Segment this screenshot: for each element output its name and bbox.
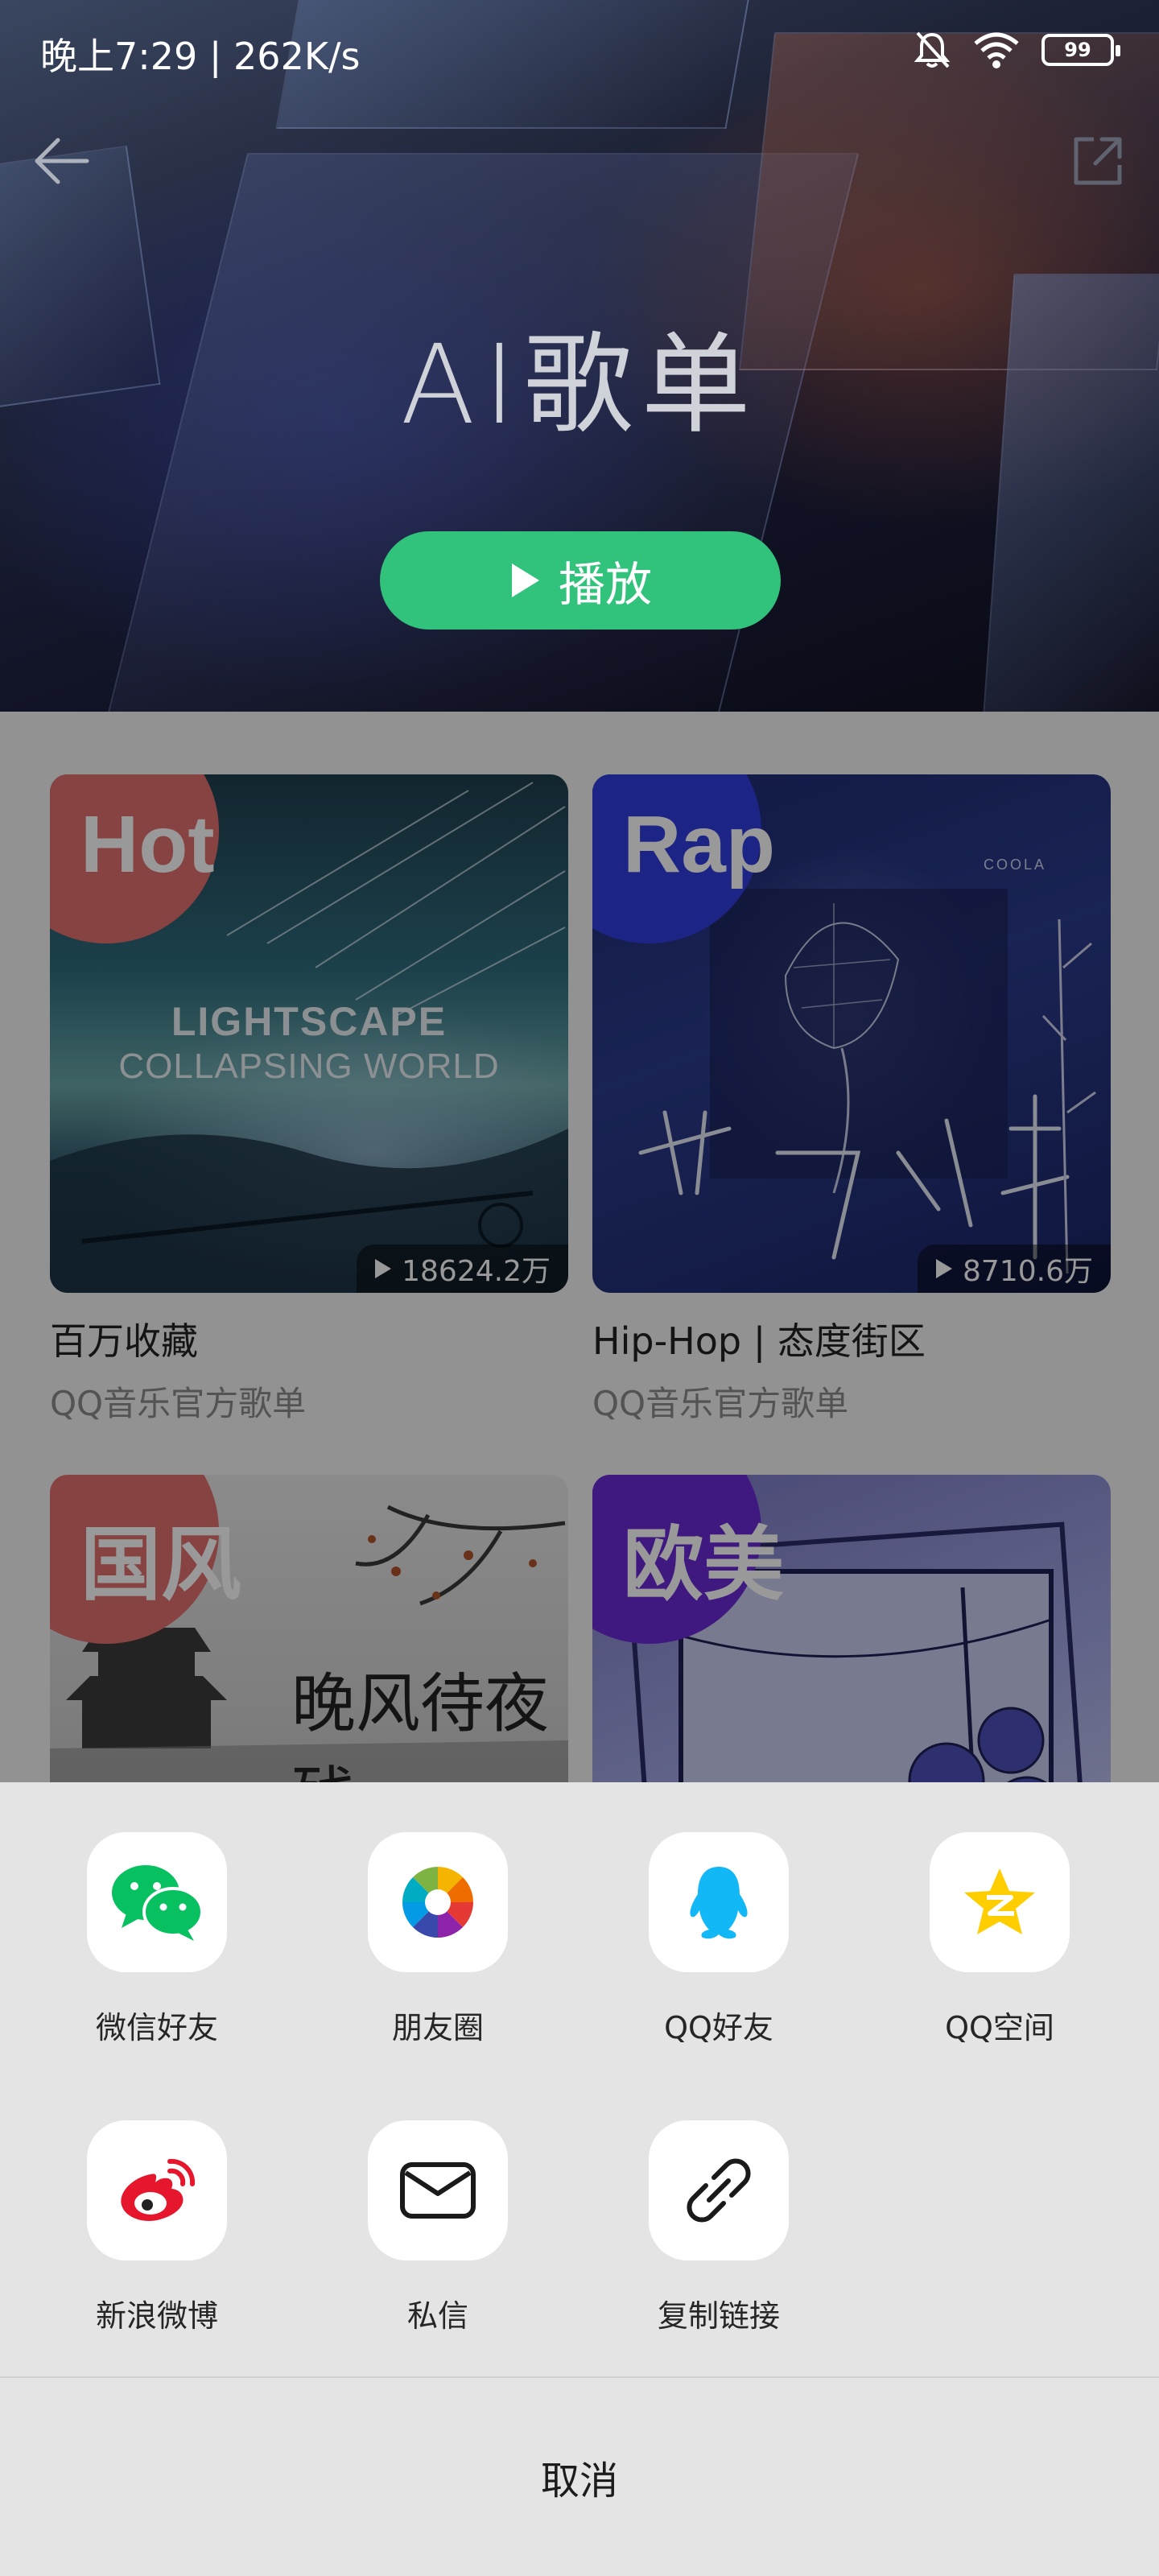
page-title: AI歌单 [400,322,759,449]
battery-level: 99 [1064,39,1091,61]
share-label: 私信 [406,2298,468,2334]
play-all-button[interactable]: 播放 [380,531,781,630]
share-copy-link[interactable]: 复制链接 [614,2120,823,2362]
link-icon [687,2158,751,2223]
qq-icon [690,1867,748,1939]
share-icon-box[interactable] [368,2120,508,2260]
share-weibo[interactable]: 新浪微博 [52,2120,262,2362]
share-icon-box[interactable] [368,1832,508,1972]
share-label: 复制链接 [657,2298,780,2334]
weibo-icon [121,2158,196,2221]
share-icon-box[interactable] [649,2120,789,2260]
share-icon-box[interactable] [930,1832,1070,1972]
status-icons: 99 [913,27,1120,72]
arrow-left-icon [35,138,89,184]
moments-icon [402,1867,473,1938]
cancel-label: 取消 [540,2458,618,2504]
share-label: QQ空间 [945,2010,1054,2046]
status-time: 晚上7:29 | 262K/s [40,35,361,78]
share-qzone[interactable]: QQ空间 [895,1832,1104,2074]
share-wechat-friend[interactable]: 微信好友 [52,1832,262,2074]
back-button[interactable] [29,129,93,193]
share-label: 新浪微博 [95,2298,218,2334]
share-moments[interactable]: 朋友圈 [333,1832,542,2074]
modal-overlay[interactable] [0,712,1159,1782]
status-bar: 晚上7:29 | 262K/s 99 [0,0,1159,100]
share-icon-box[interactable] [87,1832,227,1972]
wechat-icon [112,1865,204,1941]
share-qq-friend[interactable]: QQ好友 [614,1832,823,2074]
share-sheet: 微信好友 朋友圈 QQ好友 QQ空间 新浪微博 私信 复制链接 取消 [0,1782,1159,2576]
share-button[interactable] [1066,129,1130,193]
share-label: 朋友圈 [391,2010,484,2046]
play-all-label: 播放 [558,557,652,612]
cancel-button[interactable]: 取消 [0,2378,1159,2576]
wifi-icon [974,32,1019,68]
mute-bell-icon [914,31,951,68]
share-icon-box[interactable] [649,1832,789,1972]
qzone-icon [964,1868,1035,1934]
share-label: QQ好友 [664,2010,773,2046]
share-private-message[interactable]: 私信 [333,2120,542,2362]
battery-indicator: 99 [1041,34,1120,66]
play-icon [511,564,539,597]
share-label: 微信好友 [95,2010,218,2046]
share-icon-box[interactable] [87,2120,227,2260]
share-icon [1074,137,1122,185]
playlist-header: 晚上7:29 | 262K/s 99 AI歌单 播放 [0,0,1159,712]
mail-icon [400,2162,476,2219]
